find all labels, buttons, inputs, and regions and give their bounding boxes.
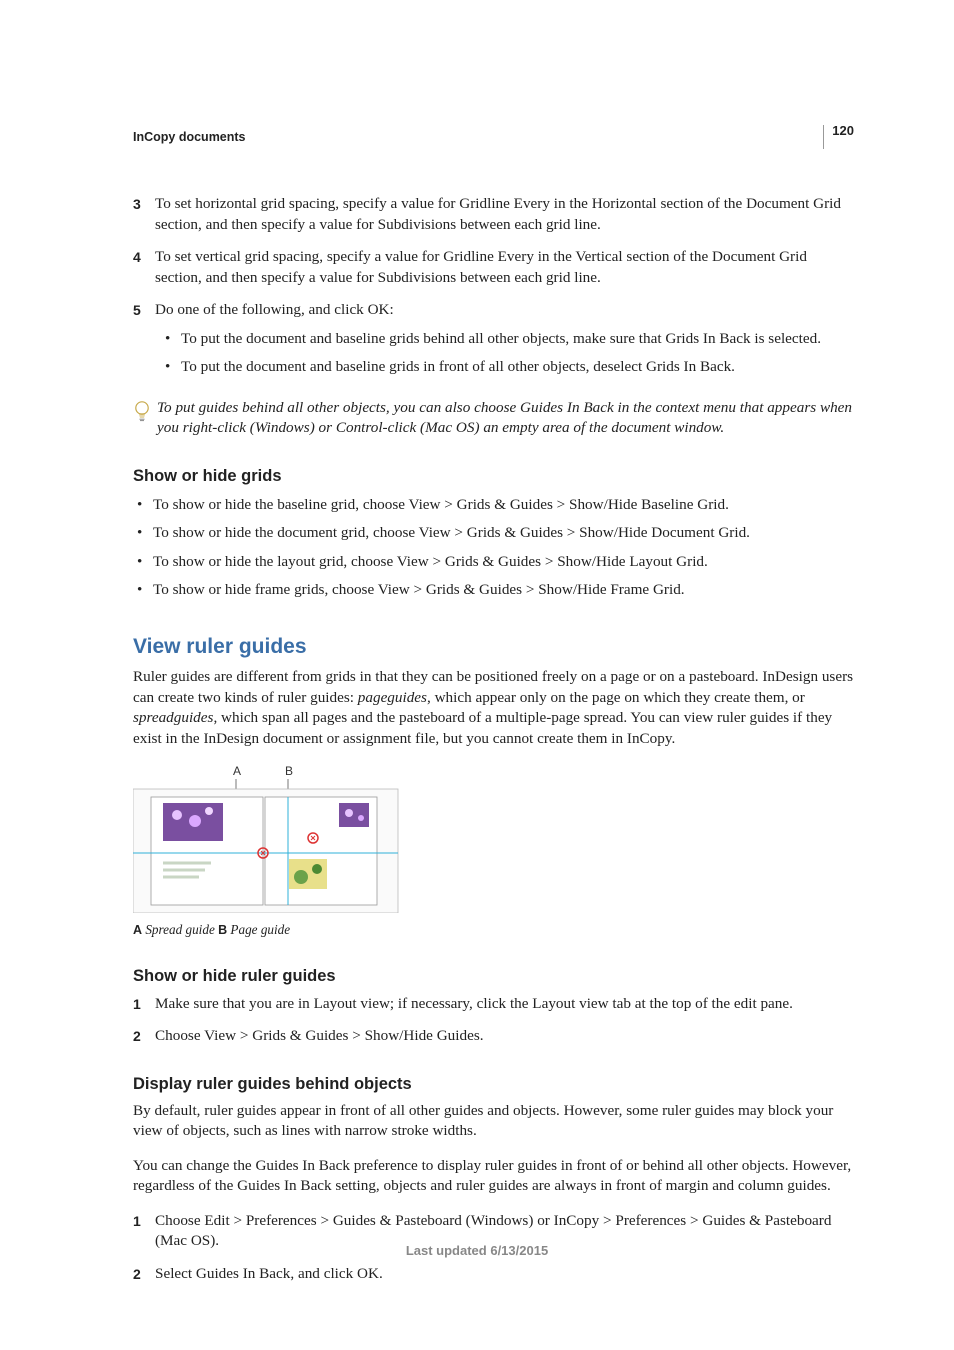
caption-text-b: Page guide <box>227 922 290 937</box>
caption-letter-b: B <box>218 923 227 937</box>
step-number: 5 <box>133 300 155 386</box>
figure-caption: A Spread guide B Page guide <box>133 921 854 939</box>
show-hide-ruler-steps: 1 Make sure that you are in Layout view;… <box>133 994 854 1047</box>
step-text: To set vertical grid spacing, specify a … <box>155 247 854 288</box>
step-text: Choose View > Grids & Guides > Show/Hide… <box>155 1026 854 1047</box>
text-span-italic: spreadguides <box>133 709 213 726</box>
heading-view-ruler-guides: View ruler guides <box>133 633 854 661</box>
page-number: 120 <box>823 125 854 149</box>
list-item: To show or hide the baseline grid, choos… <box>133 495 854 516</box>
lightbulb-icon <box>133 409 151 426</box>
footer-updated: Last updated 6/13/2015 <box>0 1243 954 1258</box>
figure-label-b: B <box>285 764 293 778</box>
display-behind-p1: By default, ruler guides appear in front… <box>133 1101 854 1142</box>
step-number: 2 <box>133 1264 155 1285</box>
sub-bullet-item: To put the document and baseline grids i… <box>155 357 854 378</box>
text-span: , which span all pages and the pasteboar… <box>133 709 832 747</box>
text-span: , which appear only on the page on which… <box>427 689 805 706</box>
caption-letter-a: A <box>133 923 142 937</box>
list-item: To show or hide frame grids, choose View… <box>133 580 854 601</box>
display-behind-p2: You can change the Guides In Back prefer… <box>133 1156 854 1197</box>
tip-callout: To put guides behind all other objects, … <box>133 398 854 439</box>
step-text: Do one of the following, and click OK: T… <box>155 300 854 386</box>
step-number: 4 <box>133 247 155 288</box>
step-text-inner: Do one of the following, and click OK: <box>155 301 394 318</box>
step-number: 3 <box>133 194 155 235</box>
caption-text-a: Spread guide <box>142 922 218 937</box>
step-text: To set horizontal grid spacing, specify … <box>155 194 854 235</box>
list-item: To show or hide the layout grid, choose … <box>133 552 854 573</box>
figure-label-a: A <box>233 764 241 778</box>
ruler-guides-figure: A B <box>133 763 854 939</box>
heading-show-hide-grids: Show or hide grids <box>133 465 854 487</box>
step-number: 1 <box>133 994 155 1015</box>
step-text: Select Guides In Back, and click OK. <box>155 1264 854 1285</box>
view-ruler-intro: Ruler guides are different from grids in… <box>133 667 854 749</box>
heading-display-behind: Display ruler guides behind objects <box>133 1073 854 1095</box>
text-span-italic: pageguides <box>358 689 427 706</box>
running-header: InCopy documents <box>133 130 854 144</box>
figure-svg: A B <box>133 763 401 913</box>
tip-text: To put guides behind all other objects, … <box>157 398 854 439</box>
show-hide-grids-list: To show or hide the baseline grid, choos… <box>133 495 854 601</box>
sub-bullets: To put the document and baseline grids b… <box>155 329 854 378</box>
step-number: 2 <box>133 1026 155 1047</box>
step-text: Make sure that you are in Layout view; i… <box>155 994 854 1015</box>
heading-show-hide-ruler: Show or hide ruler guides <box>133 965 854 987</box>
sub-bullet-item: To put the document and baseline grids b… <box>155 329 854 350</box>
steps-list-a: 3 To set horizontal grid spacing, specif… <box>133 194 854 386</box>
list-item: To show or hide the document grid, choos… <box>133 523 854 544</box>
